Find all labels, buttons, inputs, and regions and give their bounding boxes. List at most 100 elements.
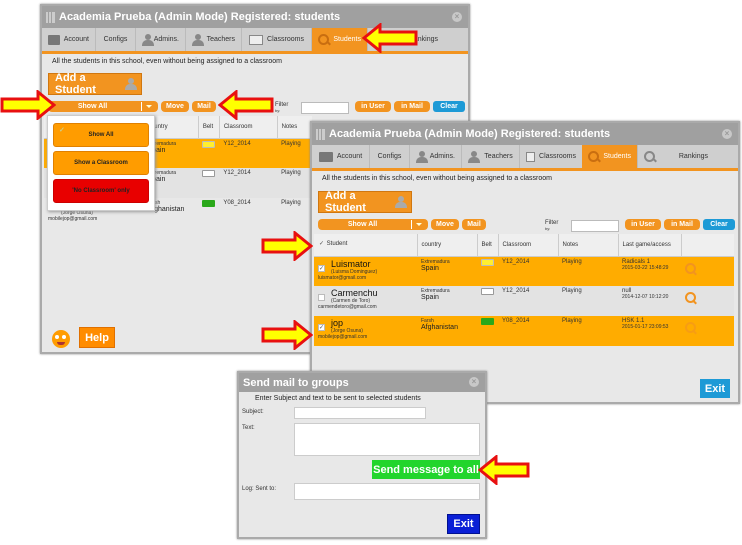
tab-teachers[interactable]: Teachers: [462, 145, 520, 168]
table-row[interactable]: ✓ jop (Jorge Osuna) mobilejop@gmail.com Far…: [314, 316, 734, 346]
notes-cell: Playing: [558, 316, 618, 346]
board-icon: [526, 151, 536, 162]
tab-classrooms[interactable]: Classrooms: [242, 28, 312, 51]
filter-input[interactable]: [571, 220, 619, 232]
row-checkbox[interactable]: ✓: [318, 264, 325, 272]
col-classroom[interactable]: Classroom: [498, 234, 559, 257]
student-cell: ✓ jop (Jorge Osuna) mobilejop@gmail.com: [314, 316, 417, 346]
subject-input[interactable]: [294, 407, 426, 419]
tab-classrooms[interactable]: Classrooms: [520, 145, 582, 168]
row-checkbox[interactable]: ✓: [318, 324, 325, 331]
classroom-cell: Y12_2014: [498, 286, 558, 316]
nav-tabs: Account Configs Admins. Teachers Classro…: [312, 145, 738, 171]
person-icon: [192, 33, 204, 46]
belt-cell: [198, 138, 220, 168]
row-checkbox[interactable]: [318, 294, 325, 301]
select-all-checkbox[interactable]: ✓: [318, 241, 325, 248]
person-icon: [394, 196, 408, 208]
mail-button[interactable]: Mail: [462, 219, 486, 230]
tab-students[interactable]: Students: [312, 28, 368, 51]
notes-cell: Playing: [277, 138, 312, 168]
tab-admins[interactable]: Admins.: [410, 145, 462, 168]
clear-button[interactable]: Clear: [433, 101, 465, 112]
col-actions: [681, 234, 734, 257]
col-belt[interactable]: Belt: [477, 234, 499, 257]
zoom-in-icon[interactable]: [685, 292, 697, 304]
last-game-cell: Radicals 1 2015-03-22 15:48:29: [618, 256, 681, 286]
add-student-button[interactable]: Add a Student: [48, 72, 142, 96]
col-country[interactable]: country: [417, 234, 478, 257]
tab-admins[interactable]: Admins.: [136, 28, 186, 51]
classroom-cell: Y08_2014: [498, 316, 558, 346]
page-description: All the students in this school, even wi…: [322, 175, 552, 182]
belt-icon: [202, 170, 216, 177]
table-row[interactable]: Carmenchu (Carmen de Toro) carmendetoro@gm…: [314, 286, 734, 316]
log-label: Log: Sent to:: [242, 486, 277, 492]
text-input[interactable]: [294, 423, 480, 456]
student-cell: Carmenchu (Carmen de Toro) carmendetoro@gm…: [314, 286, 417, 316]
exit-button[interactable]: Exit: [700, 379, 730, 398]
tab-teachers[interactable]: Teachers: [186, 28, 242, 51]
tab-rankings[interactable]: Rankings: [638, 145, 738, 168]
tab-account[interactable]: Account: [42, 28, 96, 51]
notes-cell: Playing: [277, 168, 312, 198]
search-icon: [588, 150, 600, 163]
filter-in-user-button[interactable]: in User: [625, 219, 661, 230]
tab-configs[interactable]: Configs: [96, 28, 136, 51]
mail-button[interactable]: Mail: [192, 101, 216, 112]
close-icon[interactable]: ×: [452, 12, 462, 22]
students-table: ✓ Student country Belt Classroom Notes L…: [314, 234, 734, 346]
check-icon: ✓: [59, 127, 65, 134]
close-icon[interactable]: ×: [469, 377, 479, 387]
filter-input[interactable]: [301, 102, 349, 114]
classroom-cell: Y12_2014: [498, 256, 558, 286]
move-button[interactable]: Move: [431, 219, 459, 230]
window-titlebar[interactable]: Academia Prueba (Admin Mode) Registered:…: [312, 123, 738, 145]
dropdown-option-show-classroom[interactable]: Show a Classroom: [53, 151, 149, 175]
dialog-exit-button[interactable]: Exit: [447, 514, 480, 534]
show-filter-dropdown: ✓ Show All Show a Classroom 'No Classroom…: [47, 115, 155, 211]
notes-cell: Playing: [558, 256, 618, 286]
action-cell: [681, 256, 734, 286]
last-game-cell: HSK 1.1 2015-01-17 23:09:53: [618, 316, 681, 346]
belt-icon: [202, 200, 216, 207]
tab-account[interactable]: Account: [312, 145, 370, 168]
app-logo-icon: [46, 11, 55, 23]
dropdown-option-show-all[interactable]: ✓ Show All: [53, 123, 149, 147]
annotation-arrow-left-icon: [478, 455, 530, 485]
board-icon: [249, 34, 264, 45]
table-row[interactable]: ✓ Luismator (Luisma Dominguez) luismator@gm…: [314, 256, 734, 286]
help-button[interactable]: Help: [79, 327, 115, 348]
folder-icon: [318, 151, 333, 162]
filter-in-mail-button[interactable]: in Mail: [664, 219, 700, 230]
annotation-arrow-left-icon: [218, 90, 274, 120]
col-last-game[interactable]: Last game/access: [618, 234, 682, 257]
tab-configs[interactable]: Configs: [370, 145, 410, 168]
dialog-instructions: Enter Subject and text to be sent to sel…: [255, 395, 421, 402]
zoom-in-icon[interactable]: [685, 262, 697, 275]
col-notes[interactable]: Notes: [277, 116, 312, 139]
zoom-in-icon[interactable]: [685, 322, 697, 334]
show-all-select[interactable]: Show All: [318, 219, 428, 230]
close-icon[interactable]: ×: [722, 129, 732, 139]
show-all-select[interactable]: Show All: [48, 101, 158, 112]
dialog-titlebar[interactable]: Send mail to groups ×: [239, 373, 485, 392]
belt-cell: [198, 168, 220, 198]
dropdown-option-no-classroom[interactable]: 'No Classroom' only: [53, 179, 149, 203]
filter-in-mail-button[interactable]: in Mail: [394, 101, 430, 112]
send-message-button[interactable]: Send message to all: [372, 460, 480, 479]
add-student-button[interactable]: Add a Student: [318, 190, 412, 214]
annotation-arrow-right-icon: [261, 231, 313, 261]
belt-icon: [481, 318, 494, 325]
move-button[interactable]: Move: [161, 101, 189, 112]
country-cell: Extremadura Spain: [417, 256, 477, 286]
filter-in-user-button[interactable]: in User: [355, 101, 391, 112]
col-notes[interactable]: Notes: [558, 234, 619, 257]
belt-icon: [481, 258, 494, 266]
tab-students[interactable]: Students: [582, 145, 638, 168]
classroom-cell: Y08_2014: [223, 200, 251, 206]
col-belt[interactable]: Belt: [198, 116, 220, 139]
clear-button[interactable]: Clear: [703, 219, 735, 230]
col-student[interactable]: ✓ Student: [314, 234, 418, 257]
country-cell: FarshAfghanistan: [417, 316, 477, 346]
